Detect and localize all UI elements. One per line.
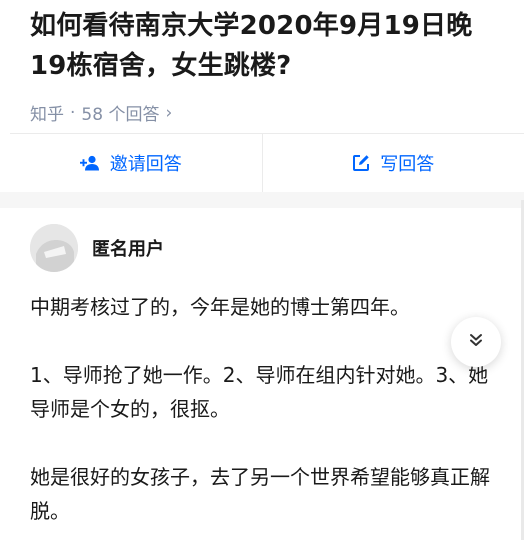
double-chevron-down-icon [468, 332, 484, 352]
answer-count: 58 个回答 [81, 105, 160, 125]
write-answer-label: 写回答 [380, 154, 435, 175]
write-answer-button[interactable]: 写回答 [263, 134, 524, 192]
meta-separator: · [70, 102, 76, 123]
answer-paragraph: 她是很好的女孩子，去了另一个世界希望能够真正解脱。 [30, 465, 490, 523]
invite-answer-label: 邀请回答 [109, 154, 182, 175]
avatar[interactable] [30, 224, 78, 272]
chevron-right-icon: › [165, 102, 173, 123]
answer-content[interactable]: 中期考核过了的，今年是她的博士第四年。 1、导师抢了她一作。2、导师在组内针对她… [30, 290, 494, 528]
author-name[interactable]: 匿名用户 [92, 235, 164, 261]
question-title[interactable]: 如何看待南京大学2020年9月19日晚19栋宿舍，女生跳楼? [30, 6, 494, 86]
add-person-icon [79, 155, 100, 171]
question-header: 如何看待南京大学2020年9月19日晚19栋宿舍，女生跳楼? 知乎 · 58 个… [0, 0, 524, 133]
section-gap [0, 192, 524, 208]
question-meta[interactable]: 知乎 · 58 个回答 › [30, 100, 494, 126]
answer-card: 匿名用户 中期考核过了的，今年是她的博士第四年。 1、导师抢了她一作。2、导师在… [0, 208, 524, 528]
source-label: 知乎 [30, 105, 64, 125]
edit-icon [352, 154, 370, 172]
expand-answer-button[interactable] [451, 317, 501, 367]
answer-author[interactable]: 匿名用户 [30, 222, 494, 274]
answer-paragraph: 1、导师抢了她一作。2、导师在组内针对她。3、她导师是个女的，很抠。 [30, 363, 489, 421]
invite-answer-button[interactable]: 邀请回答 [0, 134, 262, 192]
action-bar: 邀请回答 写回答 [0, 134, 524, 192]
answer-paragraph: 中期考核过了的，今年是她的博士第四年。 [30, 295, 410, 319]
